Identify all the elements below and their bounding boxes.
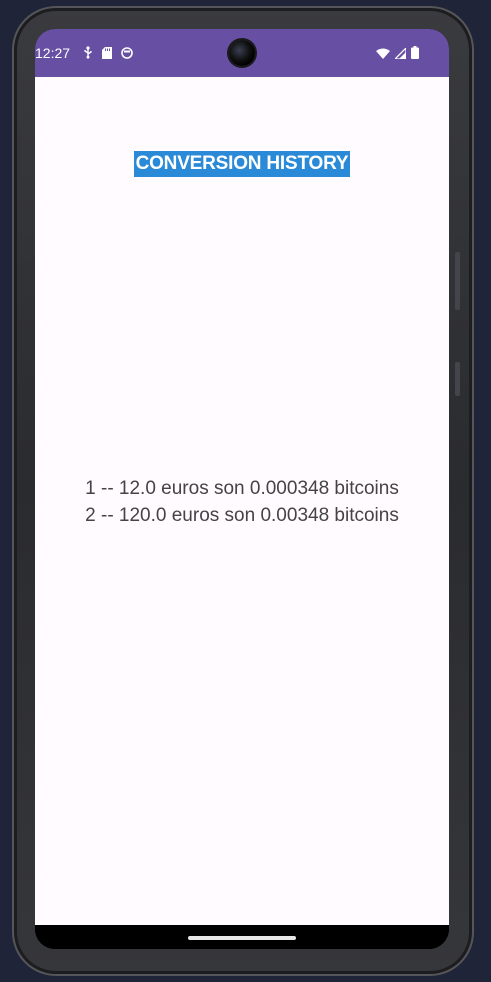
power-button (455, 362, 460, 396)
status-bar: 12:27 (35, 29, 449, 77)
usb-debug-icon (83, 46, 93, 64)
status-icons-left (83, 46, 133, 64)
battery-icon (411, 46, 419, 64)
wifi-icon (376, 46, 390, 64)
history-entry: 2 -- 120.0 euros son 0.00348 bitcoins (85, 505, 399, 526)
history-entry: 1 -- 12.0 euros son 0.000348 bitcoins (85, 478, 399, 499)
app-content: CONVERSION HISTORY 1 -- 12.0 euros son 0… (35, 77, 449, 925)
volume-button (455, 252, 460, 310)
sd-card-icon (102, 46, 112, 64)
phone-screen: 12:27 CONVERSION HISTORY 1 -- 12.0 euros… (35, 29, 449, 949)
status-icons-right (376, 46, 419, 64)
page-title: CONVERSION HISTORY (134, 151, 350, 177)
front-camera-cutout (229, 40, 255, 66)
status-time: 12:27 (35, 45, 71, 61)
gesture-home-handle[interactable] (188, 936, 296, 940)
navigation-bar (35, 925, 449, 949)
cellular-signal-icon (393, 46, 407, 64)
conversion-history-list: 1 -- 12.0 euros son 0.000348 bitcoins 2 … (35, 475, 449, 529)
app-notification-icon (121, 46, 133, 64)
